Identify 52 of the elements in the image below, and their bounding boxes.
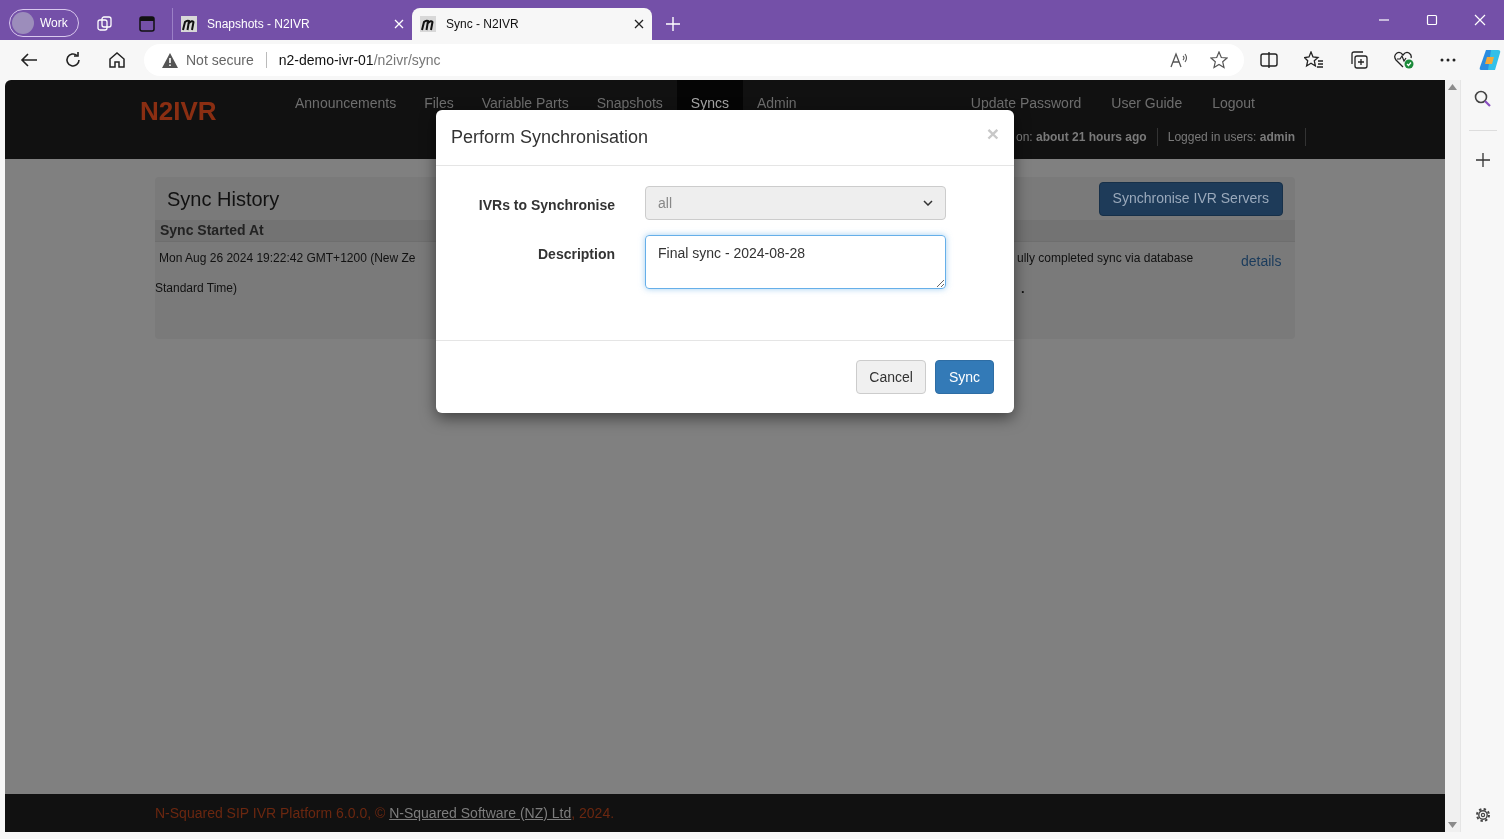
- close-icon[interactable]: [634, 19, 644, 29]
- security-label: Not secure: [186, 50, 254, 70]
- nav-link[interactable]: Logout: [1197, 80, 1270, 126]
- dialog-title: Perform Synchronisation: [451, 126, 649, 149]
- heart-check-icon[interactable]: [1394, 51, 1414, 69]
- table-cell-text: .: [1021, 280, 1025, 298]
- sync-button[interactable]: Synchronise IVR Servers: [1098, 181, 1283, 216]
- scrollbar[interactable]: [1445, 80, 1460, 832]
- description-field[interactable]: Final sync - 2024-08-28: [645, 235, 946, 289]
- chevron-icon: [923, 200, 933, 206]
- settings-icon[interactable]: [1473, 806, 1492, 824]
- more-icon[interactable]: [1440, 58, 1456, 62]
- favorite-icon[interactable]: [1210, 51, 1228, 69]
- refresh-icon[interactable]: [64, 51, 82, 69]
- scroll-down-icon[interactable]: [1448, 822, 1457, 828]
- add-icon[interactable]: [1475, 153, 1490, 167]
- favicon-icon: [420, 16, 436, 32]
- collections-icon[interactable]: [1350, 51, 1368, 69]
- address-field[interactable]: Not secure n2-demo-ivr-01/n2ivr/sync: [144, 44, 1244, 76]
- brand-logo[interactable]: N2IVR: [140, 92, 217, 131]
- table-cell-text: Standard Time): [155, 280, 238, 297]
- field-label: IVRs to Synchronise: [477, 196, 615, 215]
- read-aloud-icon[interactable]: [1170, 52, 1190, 68]
- footer-text: N-Squared SIP IVR Platform 6.0.0, © N-Squared Software (NZ) Ltd, 2024.: [155, 803, 615, 823]
- panel-title: Sync History: [167, 186, 280, 212]
- field-label: Description: [537, 245, 615, 264]
- maximize-icon[interactable]: [1426, 14, 1438, 26]
- split-screen-icon[interactable]: [1260, 52, 1278, 68]
- warning-icon: [162, 52, 178, 68]
- copilot-icon[interactable]: [1478, 48, 1502, 72]
- cancel-button[interactable]: Cancel: [856, 360, 926, 394]
- tab-actions-icon[interactable]: [139, 16, 155, 32]
- sync-button[interactable]: Sync: [934, 360, 994, 394]
- nav-link[interactable]: User Guide: [1096, 80, 1198, 126]
- back-icon[interactable]: [20, 52, 38, 68]
- browser-tab[interactable]: Sync - N2IVR: [412, 8, 652, 40]
- search-icon[interactable]: [1473, 90, 1492, 108]
- url-text: n2-demo-ivr-01/n2ivr/sync: [278, 50, 441, 70]
- workspaces-icon[interactable]: [96, 15, 114, 33]
- column-header: Sync Started At: [160, 221, 264, 240]
- favorites-icon[interactable]: [1304, 51, 1324, 69]
- profile-name: Work: [40, 15, 68, 32]
- favicon-icon: [181, 16, 197, 32]
- new-tab-icon[interactable]: [666, 17, 680, 31]
- table-cell-text: Mon Aug 26 2024 19:22:42 GMT+1200 (New Ze: [159, 250, 416, 267]
- nav-link[interactable]: Announcements: [281, 80, 411, 126]
- details-link[interactable]: details: [1241, 251, 1282, 272]
- scroll-up-icon[interactable]: [1448, 84, 1457, 90]
- table-cell-text: ully completed sync via database: [1017, 250, 1194, 267]
- home-icon[interactable]: [108, 51, 126, 69]
- status-text: Logged in users: admin: [1157, 128, 1307, 146]
- avatar-icon: [12, 12, 34, 34]
